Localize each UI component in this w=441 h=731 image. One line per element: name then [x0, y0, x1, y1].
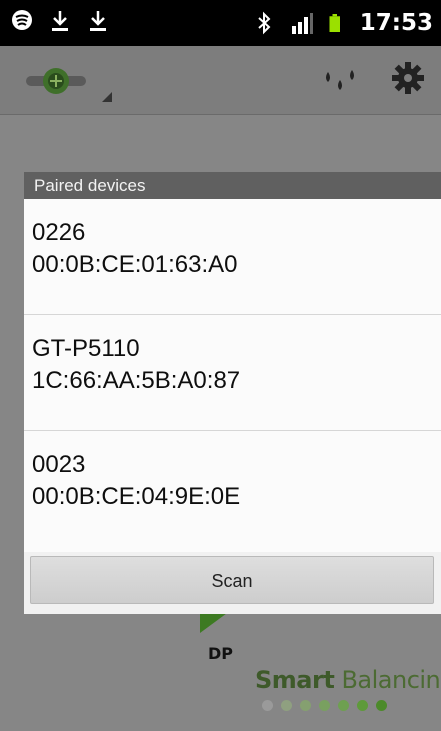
status-right: 17:53: [252, 8, 433, 38]
device-address: 1C:66:AA:5B:A0:87: [32, 367, 241, 394]
action-bar: [0, 46, 441, 115]
device-name: GT-P5110: [32, 335, 140, 362]
scan-button[interactable]: Scan: [30, 556, 434, 604]
download-icon: [52, 11, 68, 31]
dot: [357, 700, 368, 711]
list-item[interactable]: 0023 00:0B:CE:04:9E:0E: [24, 431, 441, 547]
battery-icon: [329, 14, 340, 32]
dot: [262, 700, 273, 711]
cast-icon: [12, 10, 32, 30]
page-dots: [262, 700, 387, 711]
device-address: 00:0B:CE:04:9E:0E: [32, 483, 241, 510]
dot: [319, 700, 330, 711]
dot: [338, 700, 349, 711]
bluetooth-icon: [258, 11, 271, 35]
brand-logo: Smart Balancing: [255, 666, 441, 694]
signal-icon: [291, 13, 313, 34]
app-logo-icon[interactable]: [24, 62, 118, 102]
drops-icon[interactable]: [320, 62, 360, 98]
clock: 17:53: [359, 10, 433, 36]
device-name: 0226: [32, 219, 86, 246]
paired-devices-dialog: Paired devices 0226 00:0B:CE:01:63:A0 GT…: [24, 172, 441, 614]
download-icon: [90, 11, 106, 31]
dp-label: DP: [207, 644, 233, 663]
brand-light: Balancing: [341, 666, 441, 694]
dialog-title: Paired devices: [24, 172, 441, 199]
gear-icon[interactable]: [390, 60, 426, 96]
dot: [300, 700, 311, 711]
dot: [281, 700, 292, 711]
list-item[interactable]: 0226 00:0B:CE:01:63:A0: [24, 199, 441, 315]
list-item[interactable]: GT-P5110 1C:66:AA:5B:A0:87: [24, 315, 441, 431]
status-left: [10, 8, 110, 34]
device-address: 00:0B:CE:01:63:A0: [32, 251, 238, 278]
brand-bold: Smart: [255, 666, 335, 694]
status-bar: 17:53: [0, 0, 441, 46]
dot: [376, 700, 387, 711]
dialog-footer: Scan: [24, 552, 441, 614]
device-name: 0023: [32, 451, 86, 478]
device-list: 0226 00:0B:CE:01:63:A0 GT-P5110 1C:66:AA…: [24, 199, 441, 552]
